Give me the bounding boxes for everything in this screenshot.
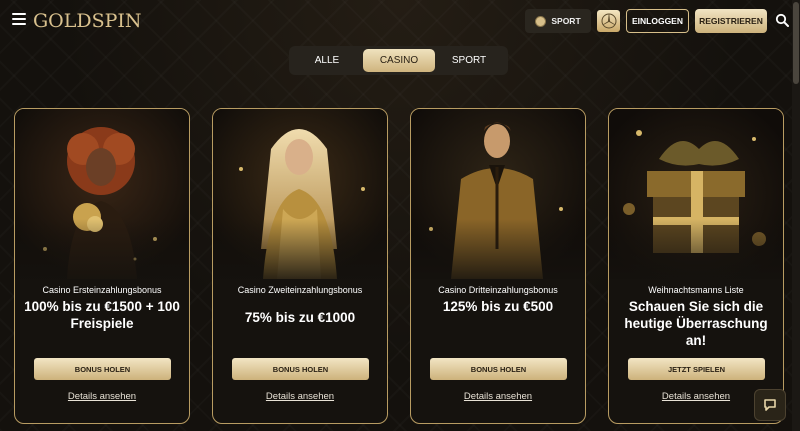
details-link[interactable]: Details ansehen — [213, 391, 387, 402]
live-chat-button[interactable] — [754, 389, 786, 421]
image-fade — [213, 219, 387, 289]
card-headline: 100% bis zu €1500 + 100 Freispiele — [24, 299, 180, 331]
card-headline: 75% bis zu €1000 — [244, 310, 356, 325]
scrollbar-thumb[interactable] — [793, 2, 799, 84]
tab-casino[interactable]: CASINO — [363, 49, 435, 72]
image-fade — [15, 219, 189, 289]
sport-button-label: SPORT — [551, 16, 581, 26]
bonus-button[interactable]: BONUS HOLEN — [232, 358, 369, 380]
card-subtitle: Casino Dritteinzahlungsbonus — [438, 285, 558, 295]
login-button[interactable]: EINLOGGEN — [626, 9, 689, 33]
scrollbar[interactable] — [792, 0, 800, 431]
card-subtitle: Weihnachtsmanns Liste — [648, 285, 744, 295]
card-headline: 125% bis zu €500 — [442, 299, 554, 314]
promo-card-third-deposit: Casino Dritteinzahlungsbonus 125% bis zu… — [410, 108, 586, 424]
promo-card-first-deposit: Casino Ersteinzahlungsbonus 100% bis zu … — [14, 108, 190, 424]
card-subtitle: Casino Ersteinzahlungsbonus — [42, 285, 162, 295]
card-subtitle: Casino Zweiteinzahlungsbonus — [237, 285, 363, 295]
bonus-button[interactable]: BONUS HOLEN — [430, 358, 567, 380]
card-headline: Schauen Sie sich die heutige Überraschun… — [624, 299, 768, 348]
play-now-button[interactable]: JETZT SPIELEN — [628, 358, 765, 380]
details-link[interactable]: Details ansehen — [15, 391, 189, 402]
bonus-button[interactable]: BONUS HOLEN — [34, 358, 171, 380]
top-header: GOLDSPIN SPORT EINLOGGEN REGISTRIEREN — [0, 0, 790, 42]
tab-alle[interactable]: ALLE — [297, 49, 357, 72]
mercedes-partner-button[interactable] — [597, 10, 620, 32]
sport-button[interactable]: SPORT — [525, 9, 591, 33]
search-icon[interactable] — [775, 13, 789, 27]
promo-card-christmas: Weihnachtsmanns Liste Schauen Sie sich d… — [608, 108, 784, 424]
register-button[interactable]: REGISTRIEREN — [695, 9, 767, 33]
promo-card-second-deposit: Casino Zweiteinzahlungsbonus 75% bis zu … — [212, 108, 388, 424]
details-link[interactable]: Details ansehen — [411, 391, 585, 402]
tab-sport[interactable]: SPORT — [439, 49, 499, 72]
image-fade — [609, 219, 783, 289]
image-fade — [411, 219, 585, 289]
logo[interactable]: GOLDSPIN — [33, 10, 142, 32]
chat-bubble-icon — [764, 399, 776, 411]
category-tabs: ALLE CASINO SPORT — [289, 46, 508, 75]
hamburger-menu-icon[interactable] — [12, 13, 26, 25]
soccer-ball-icon — [535, 15, 547, 27]
mercedes-star-icon — [601, 13, 616, 29]
